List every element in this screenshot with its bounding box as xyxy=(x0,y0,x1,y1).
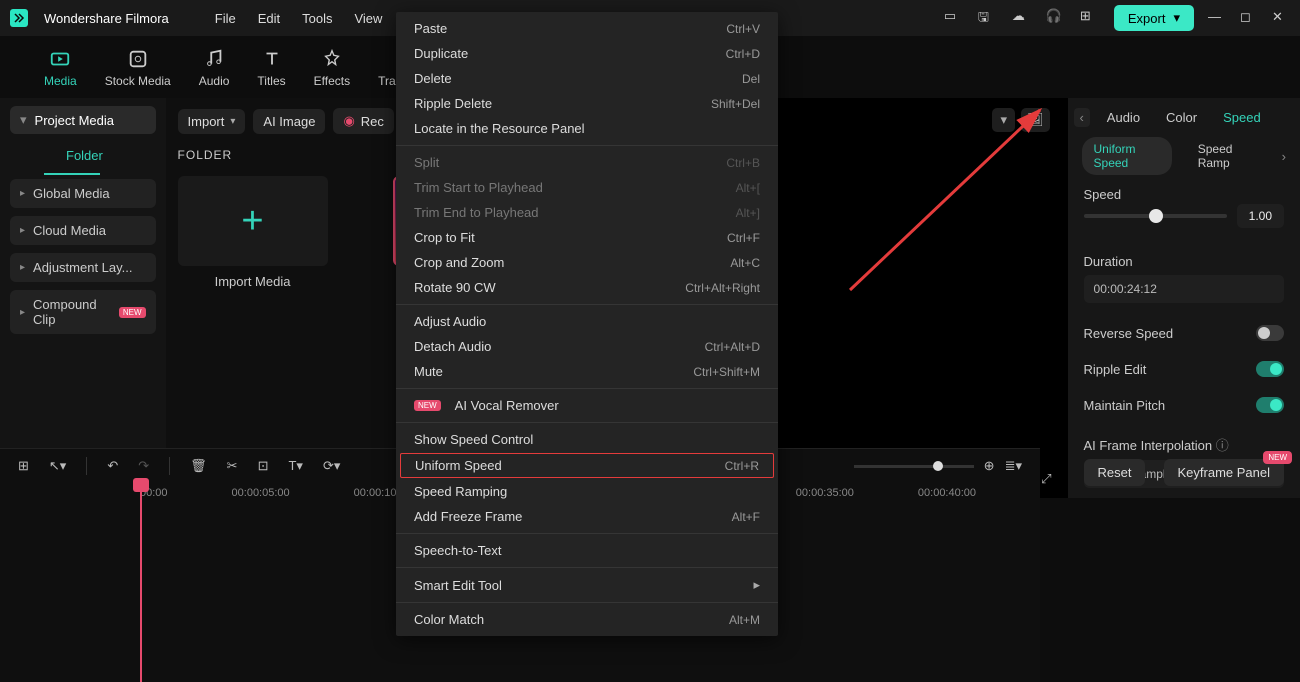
chevron-down-icon: ▾ xyxy=(1173,10,1180,26)
ctx-delete[interactable]: DeleteDel xyxy=(396,66,778,91)
ai-interp-label: AI Frame Interpolation ⓘ xyxy=(1084,435,1284,454)
text-icon[interactable]: T▾ xyxy=(288,458,302,474)
maintain-pitch-toggle[interactable] xyxy=(1256,397,1284,413)
ctx-ai-vocal-remover[interactable]: NEWAI Vocal Remover xyxy=(396,393,778,418)
ctx-speech-to-text[interactable]: Speech-to-Text xyxy=(396,538,778,563)
ctx-mute[interactable]: MuteCtrl+Shift+M xyxy=(396,359,778,384)
playhead[interactable] xyxy=(140,492,142,682)
save-icon[interactable]: 🖫 xyxy=(978,8,998,28)
speed-icon[interactable]: ⟳▾ xyxy=(323,458,340,474)
plus-icon: + xyxy=(178,176,328,266)
info-icon[interactable]: ⓘ xyxy=(1216,438,1229,453)
export-button[interactable]: Export▾ xyxy=(1114,5,1194,31)
sidebar: ▾Project Media Folder ▸Global Media ▸Clo… xyxy=(0,98,166,498)
ctx-color-match[interactable]: Color MatchAlt+M xyxy=(396,607,778,632)
ctx-rotate-90-cw[interactable]: Rotate 90 CWCtrl+Alt+Right xyxy=(396,275,778,300)
nav-back-icon[interactable]: ‹ xyxy=(1074,108,1090,127)
delete-icon[interactable]: 🗑 xyxy=(190,458,207,474)
maximize-icon[interactable]: ◻ xyxy=(1240,9,1258,27)
minimize-icon[interactable]: — xyxy=(1208,9,1226,27)
keyframe-panel-button[interactable]: Keyframe PanelNEW xyxy=(1164,459,1285,486)
speed-slider[interactable] xyxy=(1084,214,1227,218)
zoom-slider[interactable] xyxy=(854,465,974,468)
undo-icon[interactable]: ↶ xyxy=(107,458,118,474)
apps-icon[interactable]: ⊞ xyxy=(1080,8,1100,28)
inspector-tab-speed[interactable]: Speed xyxy=(1223,110,1261,125)
crop-icon[interactable]: ⊡ xyxy=(258,458,269,474)
zoom-in-icon[interactable]: ⊕ xyxy=(984,458,995,474)
tab-titles[interactable]: Titles xyxy=(257,48,285,98)
ctx-locate-in-the-resource-panel[interactable]: Locate in the Resource Panel xyxy=(396,116,778,141)
maintain-pitch-label: Maintain Pitch xyxy=(1084,398,1166,413)
sidebar-item-compound-clip[interactable]: ▸Compound ClipNEW xyxy=(10,290,156,334)
close-icon[interactable]: ✕ xyxy=(1272,9,1290,27)
duration-field[interactable]: 00:00:24:12 xyxy=(1084,275,1284,303)
ctx-split[interactable]: SplitCtrl+B xyxy=(396,150,778,175)
ctx-duplicate[interactable]: DuplicateCtrl+D xyxy=(396,41,778,66)
project-media-header[interactable]: ▾Project Media xyxy=(10,106,156,134)
speed-label: Speed xyxy=(1084,187,1284,202)
duration-label: Duration xyxy=(1084,254,1284,269)
reverse-speed-toggle[interactable] xyxy=(1256,325,1284,341)
cut-icon[interactable]: ✂ xyxy=(227,458,238,474)
fullscreen-icon[interactable]: ⤢ xyxy=(1041,471,1051,487)
inspector-panel: ‹ Audio Color Speed Uniform Speed Speed … xyxy=(1068,98,1300,498)
ai-image-button[interactable]: AI Image xyxy=(253,109,325,134)
menu-file[interactable]: File xyxy=(215,11,236,26)
tab-media[interactable]: Media xyxy=(44,48,77,98)
app-logo-icon xyxy=(10,9,28,27)
select-tool-icon[interactable]: ↖▾ xyxy=(49,458,66,474)
ctx-trim-start-to-playhead[interactable]: Trim Start to PlayheadAlt+[ xyxy=(396,175,778,200)
app-name: Wondershare Filmora xyxy=(44,11,169,26)
tab-stock-media[interactable]: Stock Media xyxy=(105,48,171,98)
ripple-edit-toggle[interactable] xyxy=(1256,361,1284,377)
inspector-tab-color[interactable]: Color xyxy=(1166,110,1197,125)
subtab-uniform-speed[interactable]: Uniform Speed xyxy=(1082,137,1172,175)
speed-value[interactable]: 1.00 xyxy=(1237,204,1284,228)
subtab-speed-ramp[interactable]: Speed Ramp xyxy=(1186,137,1268,175)
zoom-fit-icon[interactable]: ≣▾ xyxy=(1005,458,1022,474)
import-media-tile[interactable]: + Import Media xyxy=(178,176,328,289)
inspector-tab-audio[interactable]: Audio xyxy=(1107,110,1140,125)
new-badge: NEW xyxy=(1263,451,1292,464)
folder-tab[interactable]: Folder xyxy=(44,138,100,175)
sidebar-item-adjustment-layer[interactable]: ▸Adjustment Lay... xyxy=(10,253,156,282)
templates-icon[interactable]: ⊞ xyxy=(18,458,29,474)
tab-audio[interactable]: Audio xyxy=(199,48,230,98)
reverse-speed-label: Reverse Speed xyxy=(1084,326,1174,341)
context-menu: PasteCtrl+VDuplicateCtrl+DDeleteDelRippl… xyxy=(396,12,778,636)
record-button[interactable]: ◉Rec xyxy=(333,108,393,134)
ctx-smart-edit-tool[interactable]: Smart Edit Tool▸ xyxy=(396,572,778,598)
support-icon[interactable]: 🎧 xyxy=(1046,8,1066,28)
ctx-paste[interactable]: PasteCtrl+V xyxy=(396,16,778,41)
ctx-show-speed-control[interactable]: Show Speed Control xyxy=(396,427,778,452)
sidebar-item-global-media[interactable]: ▸Global Media xyxy=(10,179,156,208)
ctx-speed-ramping[interactable]: Speed Ramping xyxy=(396,479,778,504)
preview-quality-dropdown[interactable]: ▾ xyxy=(992,108,1015,132)
ctx-trim-end-to-playhead[interactable]: Trim End to PlayheadAlt+] xyxy=(396,200,778,225)
reset-button[interactable]: Reset xyxy=(1084,459,1146,486)
redo-icon[interactable]: ↷ xyxy=(138,458,149,474)
ctx-crop-and-zoom[interactable]: Crop and ZoomAlt+C xyxy=(396,250,778,275)
sidebar-item-cloud-media[interactable]: ▸Cloud Media xyxy=(10,216,156,245)
ctx-crop-to-fit[interactable]: Crop to FitCtrl+F xyxy=(396,225,778,250)
ctx-adjust-audio[interactable]: Adjust Audio xyxy=(396,309,778,334)
ctx-detach-audio[interactable]: Detach AudioCtrl+Alt+D xyxy=(396,334,778,359)
ctx-add-freeze-frame[interactable]: Add Freeze FrameAlt+F xyxy=(396,504,778,529)
new-badge: NEW xyxy=(119,307,146,318)
import-button[interactable]: Import▾ xyxy=(178,109,246,134)
menu-tools[interactable]: Tools xyxy=(302,11,332,26)
cloud-icon[interactable]: ☁ xyxy=(1012,8,1032,28)
subnav-more-icon[interactable]: › xyxy=(1282,149,1286,164)
ctx-ripple-delete[interactable]: Ripple DeleteShift+Del xyxy=(396,91,778,116)
layout-icon[interactable]: ▭ xyxy=(944,8,964,28)
tab-effects[interactable]: Effects xyxy=(314,48,350,98)
chevron-down-icon: ▾ xyxy=(230,116,235,127)
snapshot-placeholder-icon[interactable]: 🖼 xyxy=(1021,108,1050,132)
ctx-uniform-speed[interactable]: Uniform SpeedCtrl+R xyxy=(400,453,774,478)
ripple-edit-label: Ripple Edit xyxy=(1084,362,1147,377)
menu-edit[interactable]: Edit xyxy=(258,11,280,26)
menu-view[interactable]: View xyxy=(354,11,382,26)
